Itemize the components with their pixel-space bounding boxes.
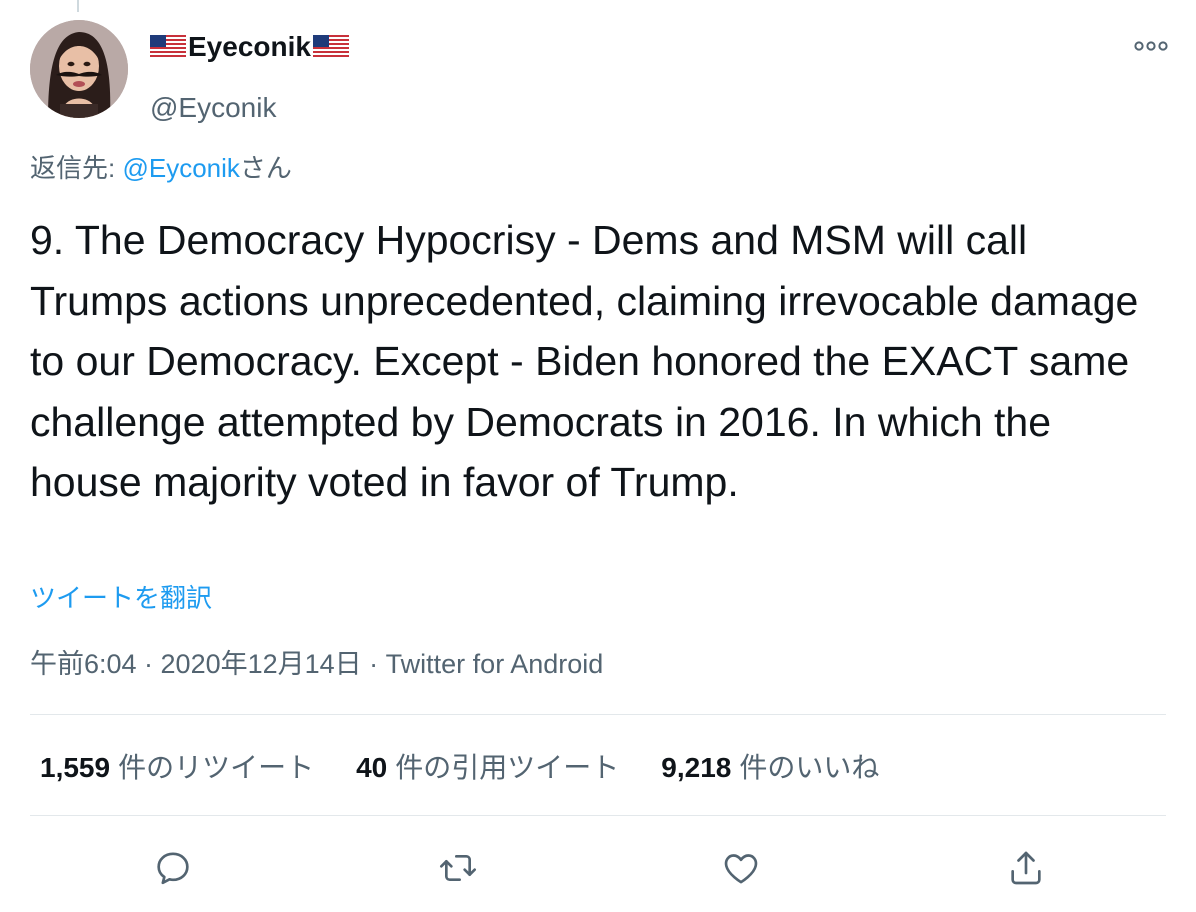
like-button[interactable] — [713, 840, 769, 896]
retweets-stat[interactable]: 1,559 件のリツイート — [40, 746, 314, 786]
more-options-button[interactable] — [1134, 38, 1168, 54]
engagement-stats: 1,559 件のリツイート 40 件の引用ツイート 9,218 件のいいね — [40, 744, 879, 788]
retweet-button[interactable] — [430, 840, 486, 896]
translate-tweet-link[interactable]: ツイートを翻訳 — [30, 580, 212, 616]
reply-button[interactable] — [145, 840, 201, 896]
likes-count: 9,218 — [661, 752, 732, 783]
us-flag-icon — [150, 35, 186, 59]
retweets-label: 件のリツイート — [118, 752, 315, 783]
us-flag-icon — [312, 35, 349, 59]
replying-to-suffix: さん — [239, 153, 292, 183]
tweet-timestamp-source[interactable]: 午前6:04 · 2020年12月14日 · Twitter for Andro… — [30, 645, 603, 683]
like-icon — [724, 854, 758, 884]
replying-to-prefix: 返信先: — [30, 153, 123, 183]
quotes-label: 件の引用ツイート — [395, 752, 620, 783]
likes-label: 件のいいね — [739, 752, 880, 783]
likes-stat[interactable]: 9,218 件のいいね — [661, 746, 879, 786]
user-handle[interactable]: @Eyconik — [150, 92, 276, 124]
more-dots-icon — [1134, 41, 1168, 51]
replying-to-mention[interactable]: @Eyconik — [122, 153, 239, 183]
avatar-woman-mustache-icon — [30, 20, 128, 118]
display-name[interactable]: Eyeconik — [188, 32, 311, 62]
tweet-text: 9. The Democracy Hypocrisy - Dems and MS… — [30, 217, 1139, 505]
retweet-icon — [440, 855, 476, 881]
quote-tweets-stat[interactable]: 40 件の引用ツイート — [356, 746, 619, 786]
thread-connector-line — [77, 0, 79, 12]
replying-to: 返信先: @Eyconikさん — [30, 150, 292, 186]
avatar[interactable] — [30, 20, 128, 118]
divider — [30, 815, 1166, 816]
share-icon — [1011, 851, 1041, 885]
divider — [30, 714, 1166, 715]
reply-icon — [157, 852, 189, 885]
tweet-header: Eyeconik @Eyconik — [30, 20, 1170, 123]
quotes-count: 40 — [356, 752, 388, 783]
share-button[interactable] — [998, 840, 1054, 896]
retweets-count: 1,559 — [40, 752, 111, 783]
tweet-actions-bar — [0, 840, 1196, 896]
display-name-row[interactable]: Eyeconik — [150, 32, 349, 62]
